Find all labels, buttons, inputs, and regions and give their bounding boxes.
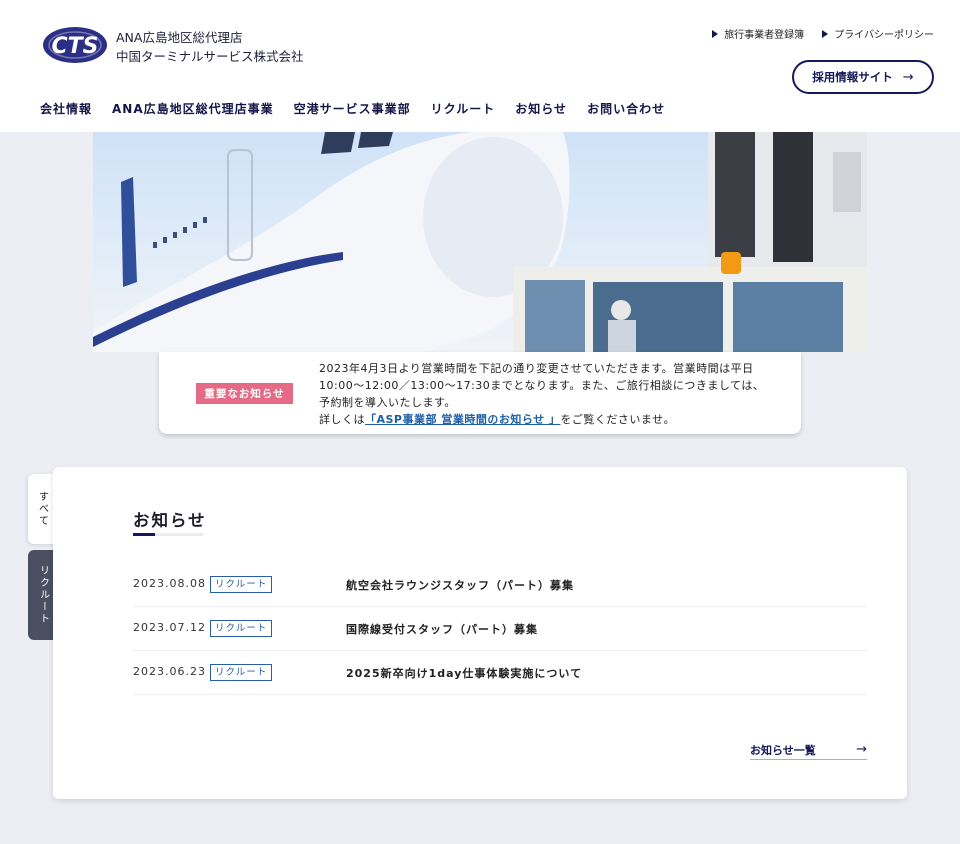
news-item[interactable]: 2023.07.12 リクルート 国際線受付スタッフ（パート）募集 bbox=[133, 607, 867, 651]
news-category-tag: リクルート bbox=[210, 576, 273, 593]
util-link-label: プライバシーポリシー bbox=[834, 30, 934, 41]
recruit-site-button[interactable]: 採用情報サイト → bbox=[792, 60, 934, 94]
nav-item-recruit[interactable]: リクルート bbox=[431, 100, 496, 117]
triangle-right-icon bbox=[822, 29, 829, 38]
notice-line1: 2023年4月3日より営業時間を下記の通り変更させていただきます。営業時間は平日 bbox=[319, 362, 754, 375]
notice-badge: 重要なお知らせ bbox=[196, 383, 293, 404]
news-headline: 2025新卒向け1day仕事体験実施について bbox=[346, 667, 583, 680]
utility-links: 旅行事業者登録簿 プライバシーポリシー bbox=[712, 26, 934, 41]
arrow-right-icon: → bbox=[902, 69, 914, 85]
company-name: ANA広島地区総代理店 中国ターミナルサービス株式会社 bbox=[116, 28, 304, 66]
news-category-tag: リクルート bbox=[210, 664, 273, 681]
arrow-right-icon: → bbox=[856, 742, 867, 757]
util-link-label: 旅行事業者登録簿 bbox=[724, 30, 805, 41]
news-list-link-label: お知らせ一覧 bbox=[750, 743, 816, 757]
news-section: お知らせ 2023.08.08 リクルート 航空会社ラウンジスタッフ（パート）募… bbox=[53, 467, 907, 799]
nav-item-contact[interactable]: お問い合わせ bbox=[587, 100, 665, 117]
company-line2: 中国ターミナルサービス株式会社 bbox=[116, 49, 304, 64]
notice-text: 2023年4月3日より営業時間を下記の通り変更させていただきます。営業時間は平日… bbox=[319, 360, 779, 428]
notice-line4-prefix: 詳しくは bbox=[319, 413, 365, 426]
nav-item-news[interactable]: お知らせ bbox=[515, 100, 567, 117]
important-notice: 重要なお知らせ 2023年4月3日より営業時間を下記の通り変更させていただきます… bbox=[159, 352, 801, 434]
notice-asp-link[interactable]: 「ASP事業部 営業時間のお知らせ 」 bbox=[365, 413, 560, 426]
nav-item-ana-agency[interactable]: ANA広島地区総代理店事業 bbox=[112, 100, 274, 117]
news-date: 2023.08.08 bbox=[133, 577, 206, 590]
svg-text:CTS: CTS bbox=[52, 34, 99, 59]
util-link-privacy-policy[interactable]: プライバシーポリシー bbox=[822, 26, 934, 41]
news-date: 2023.07.12 bbox=[133, 621, 206, 634]
nav-item-company[interactable]: 会社情報 bbox=[40, 100, 92, 117]
news-item[interactable]: 2023.08.08 リクルート 航空会社ラウンジスタッフ（パート）募集 bbox=[133, 563, 867, 607]
news-headline: 国際線受付スタッフ（パート）募集 bbox=[346, 623, 538, 636]
news-item[interactable]: 2023.06.23 リクルート 2025新卒向け1day仕事体験実施について bbox=[133, 651, 867, 695]
news-date: 2023.06.23 bbox=[133, 665, 206, 678]
util-link-travel-registry[interactable]: 旅行事業者登録簿 bbox=[712, 26, 804, 41]
site-header: CTS ANA広島地区総代理店 中国ターミナルサービス株式会社 旅行事業者登録簿… bbox=[0, 0, 960, 132]
news-title-underline bbox=[133, 533, 203, 536]
recruit-button-label: 採用情報サイト bbox=[812, 70, 893, 84]
hero-image bbox=[93, 132, 867, 352]
airplane-illustration bbox=[93, 132, 867, 352]
notice-line3: 予約制を導入いたします。 bbox=[319, 396, 456, 409]
notice-line4: 詳しくは「ASP事業部 営業時間のお知らせ 」をご覧くださいませ。 bbox=[319, 411, 779, 428]
news-title: お知らせ bbox=[133, 511, 207, 530]
notice-line4-suffix: をご覧くださいませ。 bbox=[560, 413, 676, 426]
notice-line2: 10:00〜12:00／13:00〜17:30までとなります。また、ご旅行相談に… bbox=[319, 379, 765, 392]
cts-logo[interactable]: CTS bbox=[42, 24, 108, 66]
news-category-tag: リクルート bbox=[210, 620, 273, 637]
nav-item-airport-service[interactable]: 空港サービス事業部 bbox=[294, 100, 411, 117]
news-headline: 航空会社ラウンジスタッフ（パート）募集 bbox=[346, 579, 574, 592]
news-list-link[interactable]: お知らせ一覧 → bbox=[750, 740, 867, 760]
company-line1: ANA広島地区総代理店 bbox=[116, 30, 243, 45]
global-nav: 会社情報 ANA広島地区総代理店事業 空港サービス事業部 リクルート お知らせ … bbox=[40, 100, 665, 117]
triangle-right-icon bbox=[712, 29, 719, 38]
news-list: 2023.08.08 リクルート 航空会社ラウンジスタッフ（パート）募集 202… bbox=[133, 563, 867, 695]
